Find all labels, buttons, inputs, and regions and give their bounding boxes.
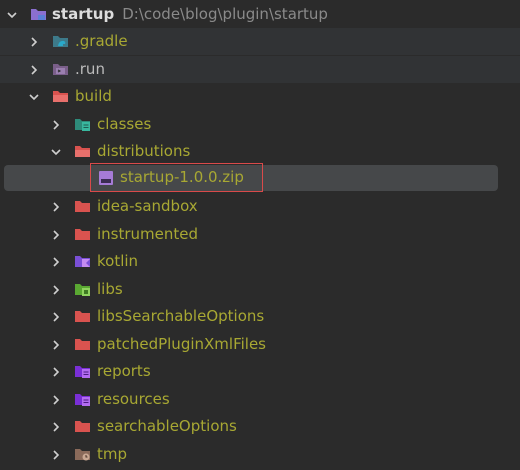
- project-title: startup D:\code\blog\plugin\startup: [52, 5, 328, 23]
- tree-item-label: libsSearchableOptions: [97, 307, 265, 325]
- folder-icon: [74, 198, 91, 214]
- project-path: D:\code\blog\plugin\startup: [122, 5, 328, 23]
- reports-folder-icon: [74, 363, 91, 379]
- tree-item-label: build: [75, 87, 112, 105]
- tree-row-distributions[interactable]: distributions: [0, 138, 520, 165]
- folder-icon: [74, 143, 91, 159]
- chevron-right-icon[interactable]: [26, 28, 42, 55]
- chevron-down-icon[interactable]: [48, 138, 64, 165]
- chevron-right-icon[interactable]: [48, 193, 64, 220]
- tree-item-label: resources: [97, 390, 170, 408]
- chevron-right-icon[interactable]: [26, 56, 42, 83]
- tree-row-instrumented[interactable]: instrumented: [0, 221, 520, 248]
- tree-item-label: idea-sandbox: [97, 197, 198, 215]
- folder-icon: [74, 226, 91, 242]
- tree-item-label: classes: [97, 115, 152, 133]
- chevron-right-icon[interactable]: [48, 441, 64, 468]
- project-tree: startup D:\code\blog\plugin\startup .grad…: [0, 0, 520, 470]
- classes-folder-icon: [74, 116, 91, 132]
- chevron-right-icon[interactable]: [48, 331, 64, 358]
- kotlin-folder-icon: [74, 253, 91, 269]
- folder-icon: [74, 336, 91, 352]
- libs-folder-icon: [74, 281, 91, 297]
- run-folder-icon: [52, 61, 69, 77]
- chevron-down-icon[interactable]: [4, 1, 20, 28]
- tree-row-idea-sandbox[interactable]: idea-sandbox: [0, 193, 520, 220]
- build-folder-icon: [52, 88, 69, 104]
- gradle-folder-icon: [52, 33, 69, 49]
- folder-icon: [74, 308, 91, 324]
- tree-item-label: .gradle: [75, 32, 128, 50]
- tree-row-libs[interactable]: libs: [0, 276, 520, 303]
- tree-item-label: instrumented: [97, 225, 199, 243]
- chevron-right-icon[interactable]: [48, 221, 64, 248]
- tree-row-patched-plugin-xml-files[interactable]: patchedPluginXmlFiles: [0, 331, 520, 358]
- chevron-down-icon[interactable]: [26, 83, 42, 110]
- tree-item-label: kotlin: [97, 252, 139, 270]
- tree-row-kotlin[interactable]: kotlin: [0, 248, 520, 275]
- tree-item-label: tmp: [97, 445, 128, 463]
- tree-item-label: distributions: [97, 142, 191, 160]
- chevron-right-icon[interactable]: [48, 358, 64, 385]
- tree-item-label: libs: [97, 280, 123, 298]
- chevron-right-icon[interactable]: [48, 248, 64, 275]
- chevron-right-icon[interactable]: [48, 111, 64, 138]
- tree-row-build[interactable]: build: [0, 83, 520, 110]
- chevron-right-icon[interactable]: [48, 276, 64, 303]
- tree-row-tmp[interactable]: tmp: [0, 441, 520, 468]
- folder-icon: [74, 418, 91, 434]
- tmp-folder-icon: [74, 446, 91, 462]
- project-folder-icon: [30, 6, 47, 22]
- tree-item-label: patchedPluginXmlFiles: [97, 335, 266, 353]
- tree-row-run[interactable]: .run: [0, 56, 520, 83]
- highlight-box: [90, 163, 263, 192]
- tree-row-libs-searchable-options[interactable]: libsSearchableOptions: [0, 303, 520, 330]
- chevron-right-icon[interactable]: [48, 413, 64, 440]
- tree-item-label: searchableOptions: [97, 417, 237, 435]
- chevron-right-icon[interactable]: [48, 386, 64, 413]
- resources-folder-icon: [74, 391, 91, 407]
- tree-item-label: .run: [75, 60, 105, 78]
- tree-item-label: reports: [97, 362, 151, 380]
- tree-row-classes[interactable]: classes: [0, 111, 520, 138]
- tree-row-reports[interactable]: reports: [0, 358, 520, 385]
- chevron-right-icon[interactable]: [48, 303, 64, 330]
- tree-row-gradle[interactable]: .gradle: [0, 28, 520, 55]
- tree-row-searchable-options[interactable]: searchableOptions: [0, 413, 520, 440]
- tree-row-root[interactable]: startup D:\code\blog\plugin\startup: [0, 1, 520, 28]
- tree-row-resources[interactable]: resources: [0, 386, 520, 413]
